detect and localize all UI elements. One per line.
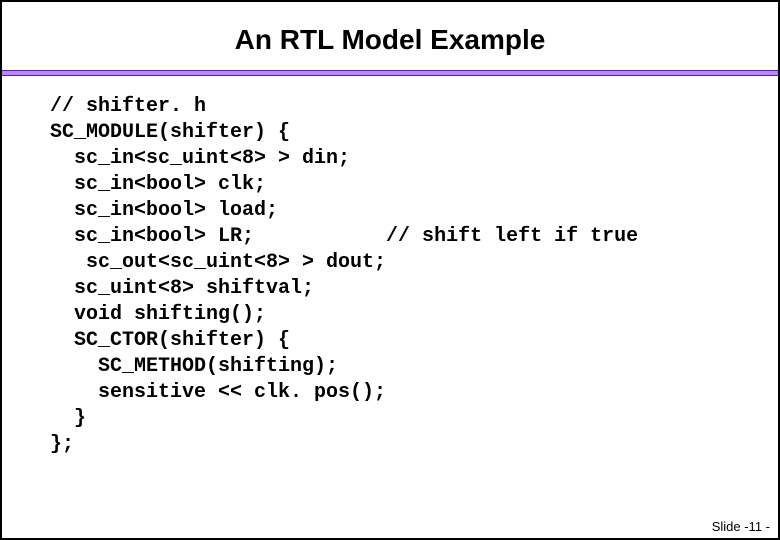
code-line: // shifter. h	[50, 95, 206, 118]
code-line: void shifting();	[50, 303, 266, 326]
code-line: SC_CTOR(shifter) {	[50, 329, 290, 352]
title-divider	[2, 70, 778, 76]
code-line: SC_MODULE(shifter) {	[50, 121, 290, 144]
code-line: sensitive << clk. pos();	[50, 381, 386, 404]
slide-title: An RTL Model Example	[2, 24, 778, 56]
code-line: };	[50, 433, 74, 456]
code-line: sc_in<bool> clk;	[50, 173, 266, 196]
code-line: sc_in<bool> load;	[50, 199, 278, 222]
code-line: sc_uint<8> shiftval;	[50, 277, 314, 300]
code-line: }	[50, 407, 86, 430]
code-line: sc_in<bool> LR; // shift left if true	[50, 225, 638, 248]
slide-frame: An RTL Model Example // shifter. h SC_MO…	[0, 0, 780, 540]
code-block: // shifter. h SC_MODULE(shifter) { sc_in…	[50, 94, 778, 458]
code-line: SC_METHOD(shifting);	[50, 355, 338, 378]
slide-number: Slide -11 -	[712, 519, 770, 534]
code-line: sc_out<sc_uint<8> > dout;	[50, 251, 386, 274]
code-line: sc_in<sc_uint<8> > din;	[50, 147, 350, 170]
